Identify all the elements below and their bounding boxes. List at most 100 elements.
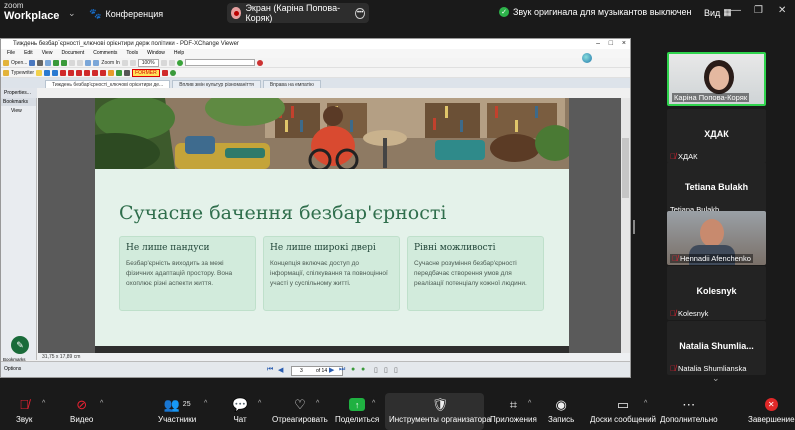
- rotate-icon[interactable]: [160, 59, 167, 66]
- pdf-maximize-icon[interactable]: □: [609, 39, 613, 49]
- participant-tile[interactable]: Каріна Попова-Коряк: [667, 52, 766, 106]
- restore-icon[interactable]: ❐: [754, 5, 763, 16]
- single-page-icon[interactable]: ▯: [374, 366, 378, 374]
- back-icon[interactable]: [53, 59, 60, 66]
- email-icon[interactable]: [45, 59, 52, 66]
- continuous-icon[interactable]: ▯: [384, 366, 388, 374]
- share-caret-icon[interactable]: ^: [372, 400, 375, 407]
- typewriter-icon[interactable]: [3, 69, 9, 76]
- menu-window[interactable]: Window: [147, 49, 165, 58]
- facing-icon[interactable]: ▯: [394, 366, 398, 374]
- go-icon[interactable]: [176, 59, 183, 66]
- participant-tile[interactable]: Kolesnyk 🎙̸ Kolesnyk: [667, 266, 766, 320]
- screen-share-pill[interactable]: Экран (Каріна Попова-Коряк) •••: [227, 3, 369, 23]
- stamp-icon[interactable]: [116, 69, 123, 76]
- zoom-icon[interactable]: [93, 59, 100, 66]
- react-button[interactable]: ♡ Отреагировать: [272, 396, 328, 425]
- typewriter-button[interactable]: Typewriter: [11, 70, 34, 76]
- end-button[interactable]: ✕ Завершение: [748, 396, 795, 424]
- fit-width-icon[interactable]: [129, 59, 136, 66]
- apps-caret-icon[interactable]: ^: [528, 400, 531, 407]
- chevron-down-icon[interactable]: ⌄: [68, 8, 76, 19]
- page-indicator[interactable]: 3 of 14: [291, 366, 343, 376]
- page-current[interactable]: 3: [300, 367, 303, 375]
- prev-page-icon[interactable]: ◀: [278, 366, 283, 374]
- highlight-style-button[interactable]: FORMER: [132, 68, 160, 77]
- audio-button[interactable]: 🎙̸ Звук: [16, 396, 32, 424]
- pdf-minimize-icon[interactable]: –: [596, 39, 600, 49]
- options-button[interactable]: Options: [4, 366, 21, 372]
- view-button[interactable]: Вид ▦: [704, 7, 732, 18]
- select-icon[interactable]: [77, 59, 84, 66]
- fit-page-icon[interactable]: [121, 59, 128, 66]
- last-page-icon[interactable]: ⏭: [339, 366, 345, 374]
- zoom-level-field[interactable]: 100%: [137, 58, 159, 67]
- line-icon[interactable]: [60, 69, 67, 76]
- arrow-icon[interactable]: [68, 69, 75, 76]
- conference-button[interactable]: 🐾 Конференция: [89, 7, 163, 21]
- vertical-scrollbar[interactable]: [621, 98, 630, 353]
- apply-icon[interactable]: [169, 69, 176, 76]
- host-tools-button[interactable]: 🛡 Инструменты организатора: [385, 393, 491, 430]
- document-area[interactable]: Сучасне бачення безбар'єрності Не лише п…: [38, 98, 622, 353]
- hand-icon[interactable]: [69, 59, 76, 66]
- text-box-icon[interactable]: [44, 69, 51, 76]
- note-icon[interactable]: [36, 69, 43, 76]
- splitter-handle[interactable]: [633, 220, 635, 234]
- oval-icon[interactable]: [84, 69, 91, 76]
- search-field[interactable]: [184, 59, 255, 66]
- tab-document-2[interactable]: Вплив змін культур різноманіття: [172, 80, 261, 88]
- next-view-icon[interactable]: ●: [361, 366, 365, 373]
- forward-icon[interactable]: [61, 59, 68, 66]
- menu-edit[interactable]: Edit: [24, 49, 33, 58]
- eraser-icon[interactable]: [124, 69, 131, 76]
- callout-icon[interactable]: [52, 69, 59, 76]
- participant-tile[interactable]: ХДАК 🎙̸ ХДАК: [667, 109, 766, 163]
- tab-document-1[interactable]: Тиждень безбар'єрності_ключові орієнтири…: [45, 80, 171, 88]
- zoom-in-button[interactable]: Zoom In: [101, 60, 119, 66]
- whiteboards-caret-icon[interactable]: ^: [644, 400, 647, 407]
- audio-caret-icon[interactable]: ^: [42, 400, 45, 407]
- next-page-icon[interactable]: ▶: [329, 366, 334, 374]
- folder-icon[interactable]: [3, 59, 9, 66]
- stop-icon[interactable]: [256, 59, 263, 66]
- record-button[interactable]: ◉ Запись: [548, 396, 574, 425]
- more-dots-icon[interactable]: •••: [355, 7, 366, 19]
- scrollbar-thumb[interactable]: [622, 138, 629, 198]
- participant-tile[interactable]: 🎙̸ Hennadii Afenchenko: [667, 211, 766, 265]
- first-page-icon[interactable]: ⏮: [267, 366, 273, 374]
- pencil-icon[interactable]: [100, 69, 107, 76]
- open-button[interactable]: Open...: [11, 60, 27, 66]
- video-button[interactable]: ⊘ Видео: [70, 396, 93, 425]
- chat-caret-icon[interactable]: ^: [258, 400, 261, 407]
- tab-document-3[interactable]: Вправа на емпатію: [262, 80, 321, 88]
- snapshot-icon[interactable]: [85, 59, 92, 66]
- color-icon[interactable]: [161, 69, 168, 76]
- edit-pencil-icon[interactable]: ✎: [11, 336, 29, 354]
- print-icon[interactable]: [37, 59, 44, 66]
- video-caret-icon[interactable]: ^: [100, 400, 103, 407]
- react-caret-icon[interactable]: ^: [316, 400, 319, 407]
- menu-help[interactable]: Help: [174, 49, 184, 58]
- participant-tile[interactable]: Natalia Shumlia... 🎙̸ Natalia Shumliansk…: [667, 321, 766, 375]
- participant-tile[interactable]: Tetiana Bulakh Tetiana Bulakh: [667, 162, 766, 216]
- save-icon[interactable]: [29, 59, 36, 66]
- rectangle-icon[interactable]: [76, 69, 83, 76]
- properties-pane-button[interactable]: Properties...: [1, 88, 37, 98]
- participants-button[interactable]: 👥 25 Участники: [158, 396, 196, 425]
- close-icon[interactable]: ✕: [778, 5, 786, 16]
- original-sound-status[interactable]: ✓ Звук оригинала для музыкантов выключен: [499, 7, 691, 17]
- menu-comments[interactable]: Comments: [93, 49, 117, 58]
- menu-tools[interactable]: Tools: [126, 49, 138, 58]
- chat-button[interactable]: 💬 Чат: [232, 396, 248, 425]
- menu-view[interactable]: View: [42, 49, 53, 58]
- pdf-close-icon[interactable]: ×: [622, 39, 626, 49]
- prev-view-icon[interactable]: ●: [351, 366, 355, 373]
- sidebar-view-button[interactable]: View: [1, 106, 36, 116]
- minimize-icon[interactable]: —: [731, 5, 741, 16]
- page-layout-icon[interactable]: [168, 59, 175, 66]
- participants-caret-icon[interactable]: ^: [204, 400, 207, 407]
- polygon-icon[interactable]: [92, 69, 99, 76]
- menu-file[interactable]: File: [7, 49, 15, 58]
- more-button[interactable]: ⋯ Дополнительно: [660, 396, 718, 425]
